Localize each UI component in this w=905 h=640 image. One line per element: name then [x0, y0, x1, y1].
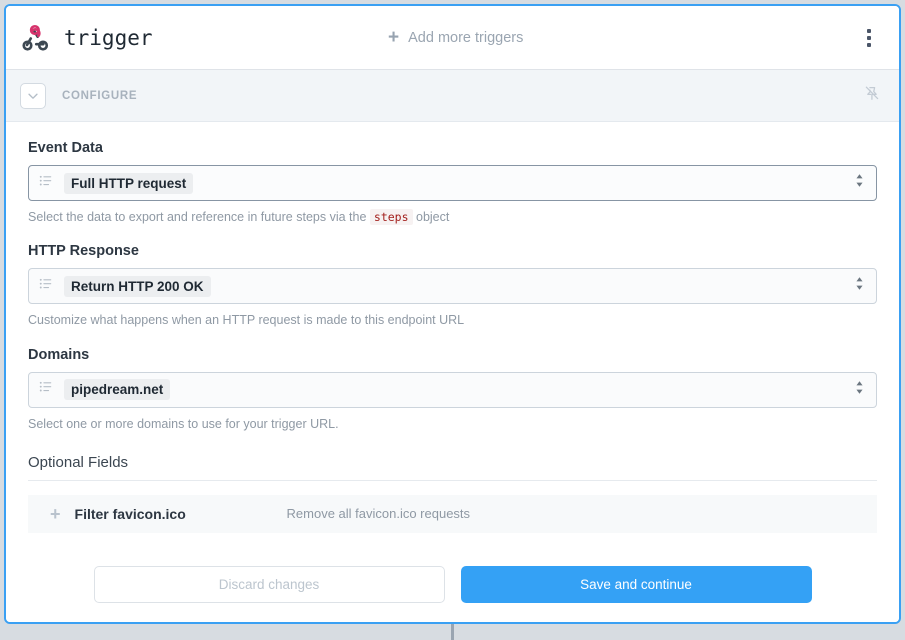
- card-footer: Discard changes Save and continue: [6, 547, 899, 622]
- plus-icon: +: [388, 27, 400, 48]
- list-icon: [39, 277, 53, 296]
- optional-field-description: Remove all favicon.ico requests: [286, 506, 471, 522]
- add-more-triggers-label: Add more triggers: [408, 29, 524, 46]
- spinner-arrows-icon: [854, 378, 865, 401]
- trigger-step-card: trigger + Add more triggers CONFIGURE Ev…: [4, 4, 901, 624]
- field-http-response: HTTP Response Return HTTP 200 OK Customi…: [28, 243, 877, 328]
- save-and-continue-button[interactable]: Save and continue: [460, 566, 812, 603]
- app-root: trigger + Add more triggers CONFIGURE Ev…: [0, 0, 905, 640]
- list-icon: [39, 380, 53, 399]
- pin-off-icon[interactable]: [863, 84, 881, 107]
- http-response-select[interactable]: Return HTTP 200 OK: [28, 268, 877, 305]
- code-chip-steps: steps: [369, 209, 413, 225]
- spinner-arrows-icon: [854, 172, 865, 195]
- help-text-event-data: Select the data to export and reference …: [28, 209, 877, 225]
- chevron-down-icon[interactable]: [20, 82, 46, 109]
- plus-icon: +: [50, 503, 61, 524]
- help-text-prefix: Select the data to export and reference …: [28, 210, 370, 224]
- configure-section-bar: CONFIGURE: [6, 70, 899, 122]
- field-label-domains: Domains: [28, 346, 90, 363]
- field-event-data: Event Data Full HTTP request Select the …: [28, 140, 877, 225]
- step-connector-line: [451, 624, 454, 640]
- help-text-domains: Select one or more domains to use for yo…: [28, 416, 339, 431]
- field-domains: Domains pipedream.net Select one or more…: [28, 347, 877, 432]
- help-text-http-response: Customize what happens when an HTTP requ…: [28, 313, 465, 328]
- configure-label: CONFIGURE: [62, 89, 138, 102]
- card-header: trigger + Add more triggers: [6, 6, 899, 70]
- domains-select[interactable]: pipedream.net: [28, 371, 877, 408]
- configure-form: Event Data Full HTTP request Select the …: [6, 122, 899, 533]
- field-label-event-data: Event Data: [28, 140, 103, 156]
- event-data-value: Full HTTP request: [64, 172, 194, 194]
- help-text-suffix: object: [412, 210, 450, 224]
- field-label-http-response: HTTP Response: [28, 243, 139, 260]
- webhook-icon: [20, 23, 50, 53]
- optional-field-row-filter-favicon[interactable]: + Filter favicon.ico Remove all favicon.…: [28, 494, 877, 533]
- page-title: trigger: [64, 25, 153, 50]
- discard-changes-button[interactable]: Discard changes: [93, 566, 445, 603]
- kebab-menu-icon[interactable]: [857, 24, 881, 52]
- list-icon: [39, 174, 53, 193]
- add-more-triggers-button[interactable]: + Add more triggers: [388, 28, 523, 47]
- optional-fields-heading: Optional Fields: [28, 454, 877, 481]
- event-data-select[interactable]: Full HTTP request: [28, 165, 877, 201]
- optional-field-name: Filter favicon.ico: [74, 505, 186, 522]
- http-response-value: Return HTTP 200 OK: [64, 275, 211, 297]
- spinner-arrows-icon: [854, 275, 865, 298]
- domains-value: pipedream.net: [64, 379, 171, 400]
